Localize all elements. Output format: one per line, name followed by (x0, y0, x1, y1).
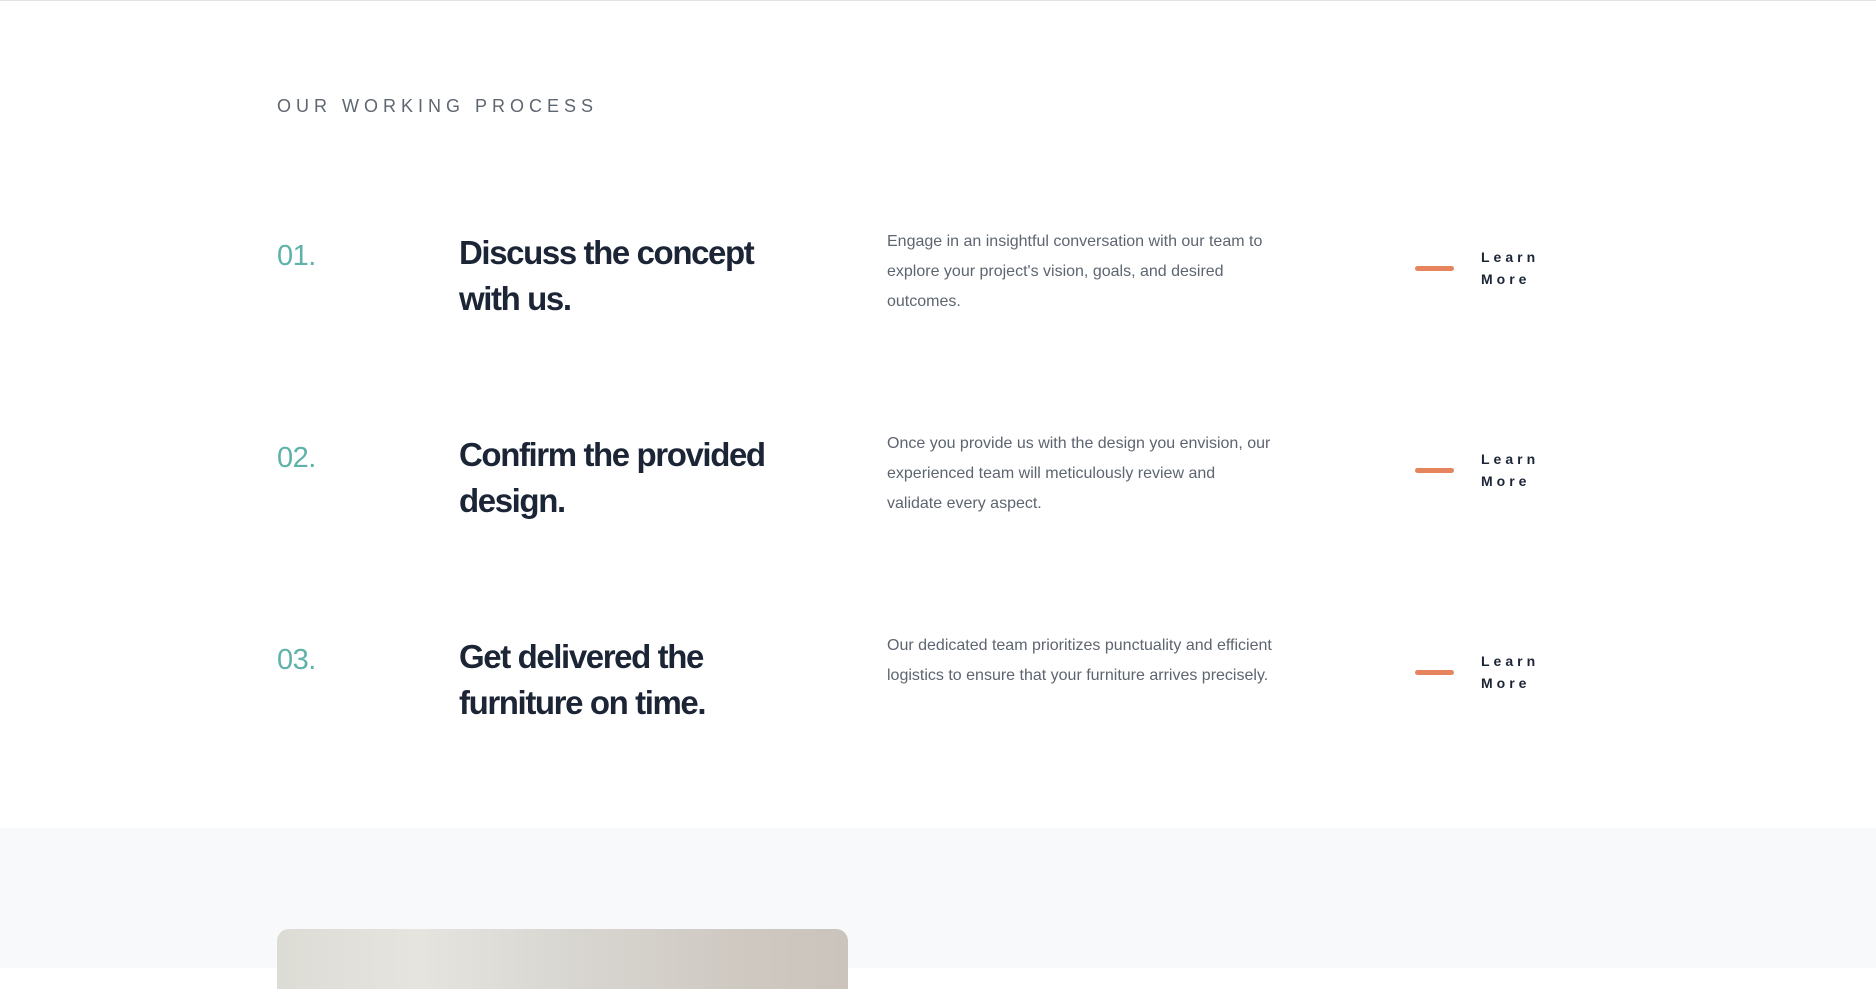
step-description: Engage in an insightful conversation wit… (887, 233, 1263, 310)
learn-more-link[interactable]: Learn More (1415, 246, 1595, 292)
step-title: Get delivered the furniture on time. (459, 638, 707, 721)
dash-icon (1415, 670, 1454, 675)
step-title: Discuss the concept with us. (459, 234, 755, 317)
section-label: OUR WORKING PROCESS (277, 96, 599, 116)
learn-more-label: Learn More (1481, 249, 1540, 287)
top-divider (0, 0, 1876, 1)
process-step-1: 01. Discuss the concept with us. Engage … (0, 233, 1876, 392)
step-number: 02. (277, 442, 316, 474)
step-description: Once you provide us with the design you … (887, 435, 1271, 512)
dash-icon (1415, 266, 1454, 271)
furniture-image (277, 929, 848, 989)
process-step-2: 02. Confirm the provided design. Once yo… (0, 435, 1876, 594)
step-title: Confirm the provided design. (459, 436, 766, 519)
learn-more-label: Learn More (1481, 451, 1540, 489)
dash-icon (1415, 468, 1454, 473)
step-number: 03. (277, 644, 316, 676)
learn-more-link[interactable]: Learn More (1415, 448, 1595, 494)
learn-more-link[interactable]: Learn More (1415, 650, 1595, 696)
process-step-3: 03. Get delivered the furniture on time.… (0, 637, 1876, 796)
step-description: Our dedicated team prioritizes punctuali… (887, 637, 1272, 684)
learn-more-label: Learn More (1481, 653, 1540, 691)
step-number: 01. (277, 240, 316, 272)
